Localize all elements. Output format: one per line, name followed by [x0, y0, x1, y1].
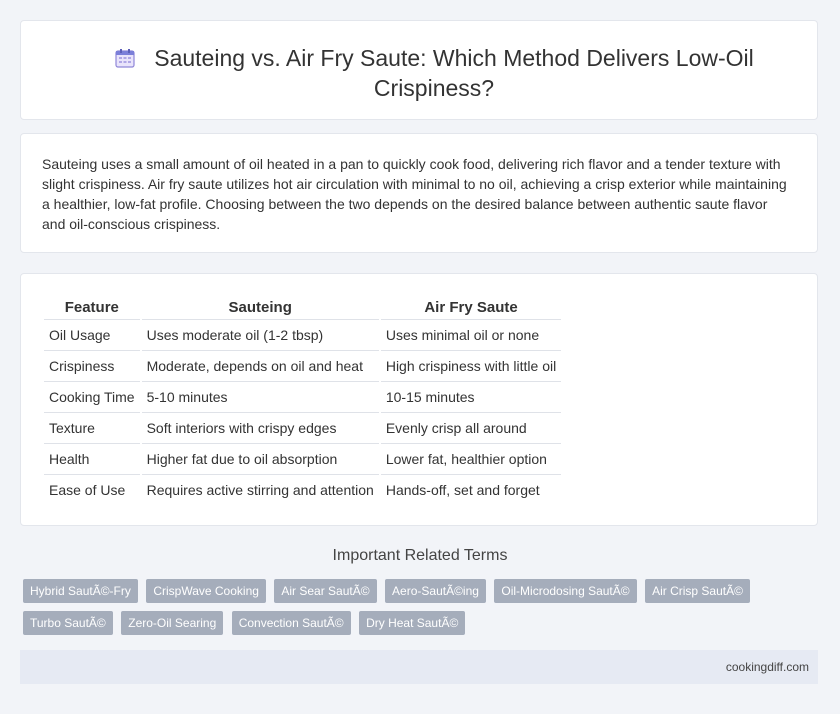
air-fry-cell: Uses minimal oil or none [380, 320, 562, 351]
feature-cell: Crispiness [44, 351, 140, 382]
feature-cell: Cooking Time [44, 382, 140, 413]
table-row: Oil Usage Uses moderate oil (1-2 tbsp) U… [44, 320, 562, 351]
header-air-fry-saute: Air Fry Saute [380, 295, 562, 320]
feature-cell: Oil Usage [44, 320, 140, 351]
related-term-tag[interactable]: Aero-SautÃ©ing [385, 579, 486, 603]
feature-cell: Health [44, 444, 140, 475]
related-term-tag[interactable]: Oil-Microdosing SautÃ© [494, 579, 637, 603]
sauteing-cell: Higher fat due to oil absorption [141, 444, 379, 475]
air-fry-cell: Lower fat, healthier option [380, 444, 562, 475]
table-row: Health Higher fat due to oil absorption … [44, 444, 562, 475]
related-term-tag[interactable]: Hybrid SautÃ©-Fry [23, 579, 138, 603]
table-row: Ease of Use Requires active stirring and… [44, 475, 561, 505]
header-sauteing: Sauteing [141, 295, 379, 320]
footer-site-link[interactable]: cookingdiff.com [726, 660, 809, 674]
feature-cell: Texture [44, 413, 140, 444]
summary-card: Sauteing uses a small amount of oil heat… [20, 133, 818, 253]
related-terms-list: Hybrid SautÃ©-Fry CrispWave Cooking Air … [23, 579, 783, 643]
summary-text: Sauteing uses a small amount of oil heat… [42, 156, 787, 232]
comparison-card: Feature Sauteing Air Fry Saute Oil Usage… [20, 273, 818, 526]
sauteing-cell: Moderate, depends on oil and heat [141, 351, 379, 382]
title-card: Sauteing vs. Air Fry Saute: Which Method… [20, 20, 818, 120]
page-title-wrap: Sauteing vs. Air Fry Saute: Which Method… [81, 43, 787, 103]
header-feature: Feature [44, 295, 140, 320]
related-term-tag[interactable]: Zero-Oil Searing [121, 611, 224, 635]
related-term-tag[interactable]: Dry Heat SautÃ© [359, 611, 466, 635]
air-fry-cell: Evenly crisp all around [380, 413, 562, 444]
sauteing-cell: Requires active stirring and attention [146, 482, 374, 498]
feature-cell: Ease of Use [49, 482, 126, 498]
air-fry-cell: High crispiness with little oil [380, 351, 562, 382]
table-row: Texture Soft interiors with crispy edges… [44, 413, 562, 444]
related-terms-heading: Important Related Terms [332, 547, 508, 564]
calendar-icon [114, 46, 136, 68]
sauteing-cell: 5-10 minutes [141, 382, 379, 413]
sauteing-cell: Uses moderate oil (1-2 tbsp) [141, 320, 379, 351]
air-fry-cell: Hands-off, set and forget [385, 482, 540, 498]
related-term-tag[interactable]: CrispWave Cooking [146, 579, 266, 603]
related-term-tag[interactable]: Air Sear SautÃ© [274, 579, 377, 603]
related-term-tag[interactable]: Convection SautÃ© [231, 611, 351, 635]
related-term-tag[interactable]: Air Crisp SautÃ© [645, 579, 750, 603]
table-row: Crispiness Moderate, depends on oil and … [44, 351, 562, 382]
footer-bar: cookingdiff.com [20, 650, 818, 684]
table-row: Cooking Time 5-10 minutes 10-15 minutes [44, 382, 562, 413]
related-term-tag[interactable]: Turbo SautÃ© [23, 611, 113, 635]
air-fry-cell: 10-15 minutes [380, 382, 562, 413]
table-header-row: Feature Sauteing Air Fry Saute [44, 295, 562, 320]
sauteing-cell: Soft interiors with crispy edges [141, 413, 379, 444]
comparison-table: Feature Sauteing Air Fry Saute Oil Usage… [42, 295, 563, 505]
page-title: Sauteing vs. Air Fry Saute: Which Method… [154, 45, 754, 101]
